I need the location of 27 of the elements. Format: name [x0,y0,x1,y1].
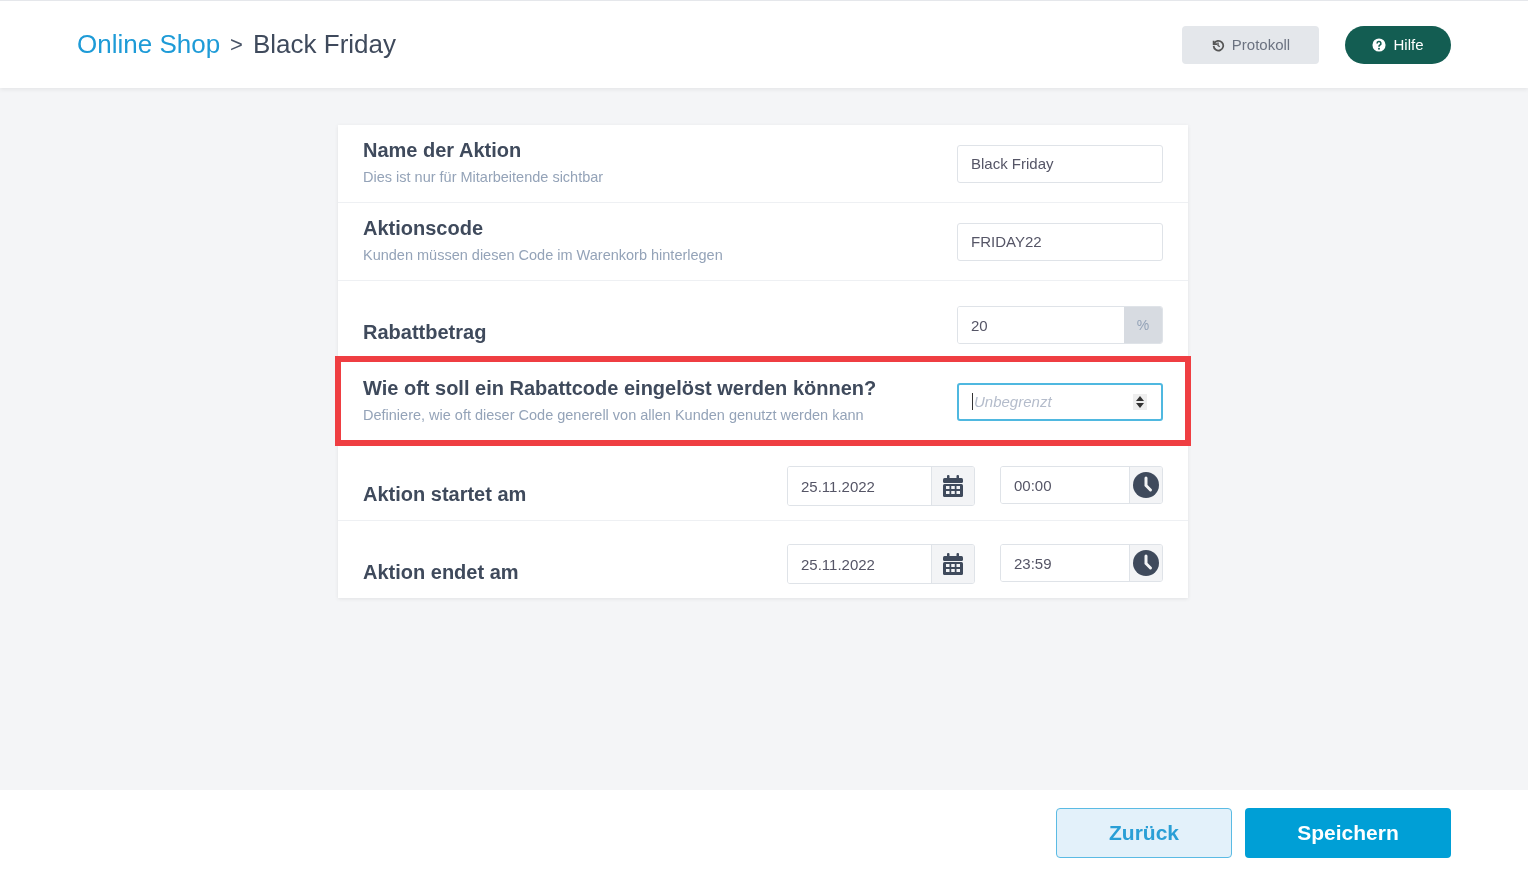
calendar-icon[interactable] [943,475,963,497]
field-label: Aktion startet am [363,483,527,506]
breadcrumb-separator: > [230,31,243,58]
field-label: Aktion endet am [363,561,519,584]
help-icon [1372,37,1387,52]
field-hint: Definiere, wie oft dieser Code generell von allen Kunden genutzt werden kann [363,406,865,426]
percent-field[interactable]: 20 % [957,306,1163,344]
field-hint: Kunden müssen diesen Code im Warenkorb hinterlegen [363,246,723,266]
field-label: Aktionscode [363,217,485,241]
field-label: Wie oft soll ein Rabattcode eingelöst werden können? [363,377,877,401]
clock-icon[interactable] [1133,472,1159,498]
time-field[interactable]: 23:59 [1000,544,1163,582]
protocol-button[interactable]: Protokoll [1182,25,1319,64]
date-field[interactable]: 25.11.2022 [787,466,975,506]
field-hint: Dies ist nur für Mitarbeitende sichtbar [363,168,604,188]
date-field[interactable]: 25.11.2022 [787,544,975,584]
text-field[interactable]: Black Friday [957,144,1163,183]
page-title: Black Friday [252,29,396,60]
time-field[interactable]: 00:00 [1000,466,1163,504]
field-label: Name der Aktion [363,139,523,163]
history-icon [1210,37,1225,52]
help-button[interactable]: Hilfe [1345,25,1451,64]
clock-icon[interactable] [1133,550,1159,576]
field-label: Rabattbetrag [363,321,487,344]
spinner-icon[interactable] [1133,393,1147,410]
text-field[interactable]: FRIDAY22 [957,222,1163,261]
calendar-icon[interactable] [943,553,963,575]
